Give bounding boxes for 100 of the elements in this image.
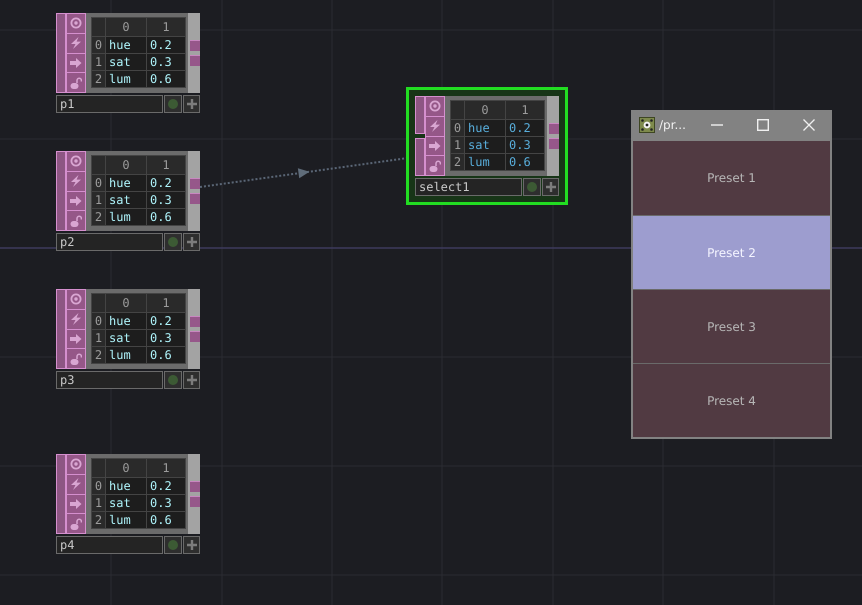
corner-cell [92, 459, 105, 477]
arrow-right-icon[interactable] [67, 330, 85, 348]
viewer-button[interactable] [164, 95, 182, 113]
plus-button[interactable] [183, 95, 200, 113]
target-icon[interactable] [426, 97, 444, 116]
output-connector[interactable] [549, 123, 559, 134]
preset-button[interactable]: Preset 3 [633, 289, 830, 363]
table-cell: sat [106, 54, 146, 70]
row-index: 1 [92, 54, 105, 70]
column-header: 1 [147, 156, 185, 174]
row-index: 2 [92, 71, 105, 87]
plus-icon [186, 99, 196, 109]
input-connector[interactable] [56, 454, 66, 534]
preset-button[interactable]: Preset 4 [633, 363, 830, 437]
output-connector[interactable] [190, 331, 200, 342]
row-index: 0 [451, 120, 464, 136]
input-connector[interactable] [415, 138, 425, 176]
plus-icon [546, 182, 556, 192]
target-icon[interactable] [67, 14, 85, 33]
column-header: 0 [465, 101, 505, 119]
output-connector[interactable] [190, 193, 200, 204]
preset-button[interactable]: Preset 1 [633, 141, 830, 215]
lightning-icon[interactable] [67, 34, 85, 52]
table-cell: 0.2 [147, 313, 185, 329]
column-header: 0 [106, 459, 146, 477]
minimize-icon [711, 124, 723, 126]
plus-button[interactable] [183, 536, 200, 554]
arrow-right-icon[interactable] [67, 54, 85, 72]
plus-button[interactable] [183, 371, 200, 389]
output-connector[interactable] [190, 316, 200, 327]
column-header: 1 [147, 18, 185, 36]
table-cell: hue [106, 175, 146, 191]
input-connector[interactable] [56, 151, 66, 231]
output-connector[interactable] [190, 55, 200, 66]
row-index: 2 [92, 347, 105, 363]
lightning-icon[interactable] [67, 310, 85, 328]
lock-icon[interactable] [67, 514, 85, 533]
target-icon[interactable] [67, 152, 85, 171]
target-icon[interactable] [67, 290, 85, 309]
arrow-right-icon[interactable] [67, 192, 85, 210]
table-cell: hue [106, 478, 146, 494]
table-cell: sat [106, 495, 146, 511]
column-header: 1 [506, 101, 544, 119]
corner-cell [92, 156, 105, 174]
lightning-icon[interactable] [67, 172, 85, 190]
input-connector[interactable] [56, 289, 66, 369]
node-name-field[interactable]: p2 [56, 233, 163, 251]
plus-button[interactable] [183, 233, 200, 251]
arrow-right-icon[interactable] [67, 494, 85, 514]
viewer-button[interactable] [164, 233, 182, 251]
lightning-icon[interactable] [426, 116, 444, 136]
table-cell: 0.3 [147, 495, 185, 511]
node-name-field[interactable]: p1 [56, 95, 163, 113]
column-header: 1 [147, 294, 185, 312]
table-cell: lum [465, 154, 505, 170]
row-index: 2 [92, 512, 105, 528]
lock-icon[interactable] [426, 156, 444, 175]
output-connector[interactable] [549, 138, 559, 149]
node-name-field[interactable]: p4 [56, 536, 163, 554]
table-cell: hue [465, 120, 505, 136]
plus-button[interactable] [542, 178, 559, 196]
target-icon[interactable] [67, 455, 85, 474]
output-connector[interactable] [190, 40, 200, 51]
corner-cell [451, 101, 464, 119]
table-cell: 0.3 [147, 330, 185, 346]
dot-icon [527, 182, 537, 192]
lock-icon[interactable] [67, 73, 85, 92]
table-cell: lum [106, 347, 146, 363]
table-cell: sat [106, 192, 146, 208]
lock-icon[interactable] [67, 211, 85, 230]
output-connector[interactable] [190, 481, 200, 492]
row-index: 2 [92, 209, 105, 225]
row-index: 0 [92, 313, 105, 329]
row-index: 0 [92, 37, 105, 53]
input-connector[interactable] [415, 96, 425, 134]
table-cell: hue [106, 37, 146, 53]
output-connector[interactable] [190, 178, 200, 189]
viewer-button[interactable] [523, 178, 541, 196]
row-index: 2 [451, 154, 464, 170]
table-cell: 0.3 [147, 54, 185, 70]
plus-icon [186, 540, 196, 550]
window-title: /pr... [659, 117, 686, 134]
table-cell: sat [106, 330, 146, 346]
close-icon [803, 119, 815, 131]
viewer-button[interactable] [164, 371, 182, 389]
arrow-right-icon[interactable] [426, 136, 444, 156]
row-index: 1 [92, 330, 105, 346]
table-cell: lum [106, 512, 146, 528]
plus-icon [186, 375, 196, 385]
output-connector[interactable] [190, 496, 200, 507]
column-header: 1 [147, 459, 185, 477]
node-name-field[interactable]: p3 [56, 371, 163, 389]
table-cell: lum [106, 71, 146, 87]
table-cell: 0.3 [147, 192, 185, 208]
lightning-icon[interactable] [67, 474, 85, 494]
node-name-field[interactable]: select1 [415, 178, 522, 196]
lock-icon[interactable] [67, 349, 85, 368]
viewer-button[interactable] [164, 536, 182, 554]
maximize-icon [757, 119, 769, 131]
input-connector[interactable] [56, 13, 66, 93]
